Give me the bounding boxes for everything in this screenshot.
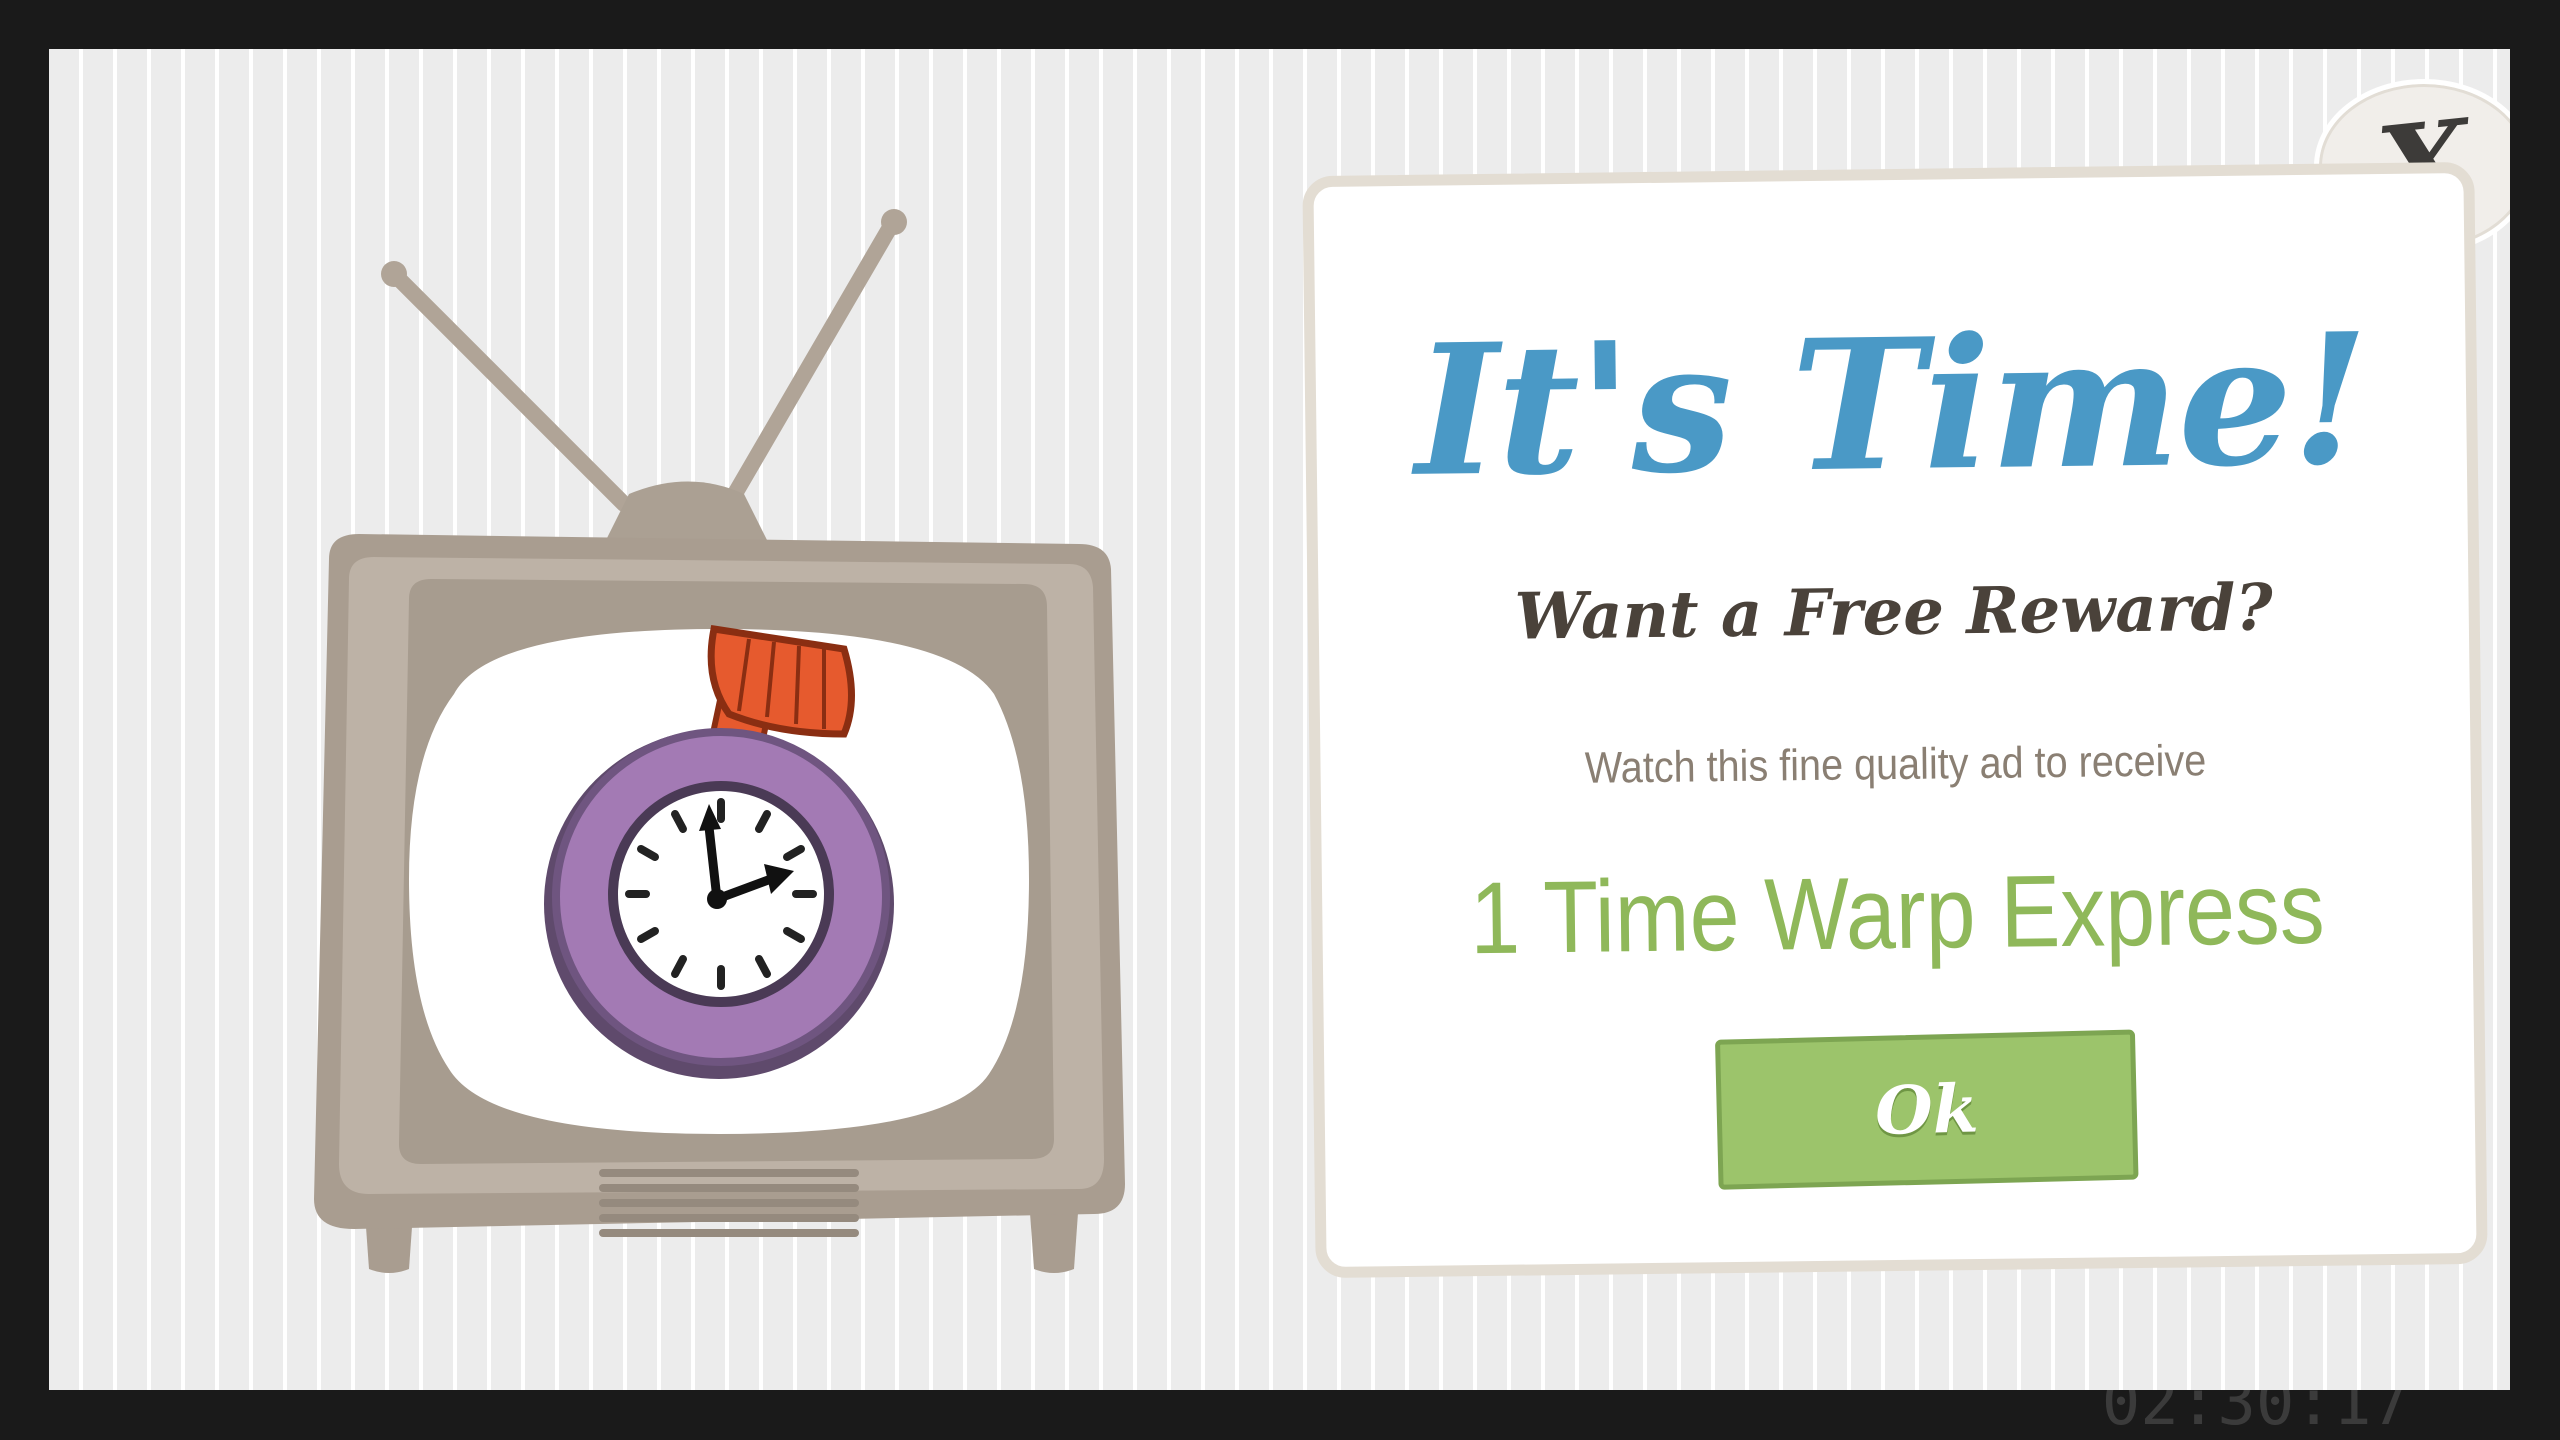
ok-button[interactable]: Ok: [1714, 1029, 2139, 1190]
reward-card: It's Time! Want a Free Reward? Watch thi…: [1302, 161, 2488, 1279]
tv-icon: [314, 209, 1125, 1273]
reward-dialog: X: [49, 49, 2510, 1390]
dialog-title: It's Time!: [1413, 294, 2369, 517]
reward-text: 1 Time Warp Express: [1469, 850, 2326, 976]
dialog-subtitle: Want a Free Reward?: [1514, 570, 2274, 655]
ok-button-label: Ok: [1874, 1069, 1980, 1150]
dialog-description: Watch this fine quality ad to receive: [1584, 736, 2207, 793]
